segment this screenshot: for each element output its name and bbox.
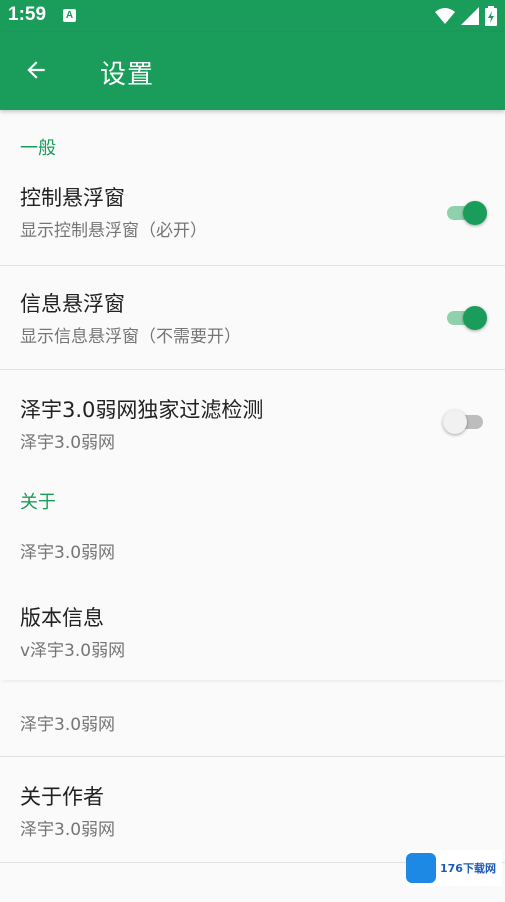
- pref-title: 关于作者: [20, 785, 104, 809]
- section-header-about: 关于: [20, 492, 56, 513]
- pref-summary: 泽宇3.0弱网: [20, 543, 116, 563]
- battery-icon: [485, 6, 497, 30]
- watermark-text: 176下载网: [440, 862, 496, 875]
- pref-about-info[interactable]: 泽宇3.0弱网: [0, 510, 505, 592]
- info-floating-window-switch[interactable]: [447, 306, 487, 330]
- pref-summary: v泽宇3.0弱网: [20, 641, 126, 661]
- status-bar: 1:59 A: [0, 0, 505, 32]
- section-header-general: 一般: [20, 138, 56, 159]
- pref-title: 泽宇3.0弱网独家过滤检测: [20, 398, 264, 422]
- notification-app-icon: A: [63, 9, 76, 22]
- watermark-logo-icon: [406, 853, 436, 883]
- wifi-icon: [435, 7, 455, 29]
- pref-about-detail[interactable]: 泽宇3.0弱网: [0, 680, 505, 757]
- site-watermark: 176下载网: [406, 850, 502, 886]
- weak-network-filter-switch[interactable]: [443, 410, 483, 434]
- pref-summary: 显示信息悬浮窗（不需要开）: [20, 327, 241, 347]
- pref-summary: 泽宇3.0弱网: [20, 820, 116, 840]
- status-time: 1:59: [8, 4, 47, 25]
- settings-list: 一般 控制悬浮窗 显示控制悬浮窗（必开） 信息悬浮窗 显示信息悬浮窗（不需要开）…: [0, 110, 505, 863]
- control-floating-window-switch[interactable]: [447, 201, 487, 225]
- arrow-back-icon: [23, 57, 49, 87]
- pref-weak-network-filter[interactable]: 泽宇3.0弱网独家过滤检测 泽宇3.0弱网: [0, 370, 505, 470]
- pref-version-info[interactable]: 版本信息 v泽宇3.0弱网: [0, 592, 505, 680]
- cellular-signal-icon: [461, 7, 479, 29]
- pref-summary: 显示控制悬浮窗（必开）: [20, 221, 207, 241]
- pref-title: 信息悬浮窗: [20, 292, 125, 316]
- pref-summary: 泽宇3.0弱网: [20, 433, 116, 453]
- page-title: 设置: [100, 60, 155, 90]
- pref-control-floating-window[interactable]: 控制悬浮窗 显示控制悬浮窗（必开）: [0, 160, 505, 266]
- pref-about-author[interactable]: 关于作者 泽宇3.0弱网: [0, 757, 505, 863]
- pref-info-floating-window[interactable]: 信息悬浮窗 显示信息悬浮窗（不需要开）: [0, 266, 505, 370]
- back-button[interactable]: [14, 50, 58, 94]
- status-indicators: [435, 6, 497, 30]
- pref-title: 版本信息: [20, 606, 104, 630]
- pref-summary: 泽宇3.0弱网: [20, 715, 116, 735]
- pref-title: 控制悬浮窗: [20, 186, 125, 210]
- app-bar: 设置: [0, 32, 505, 110]
